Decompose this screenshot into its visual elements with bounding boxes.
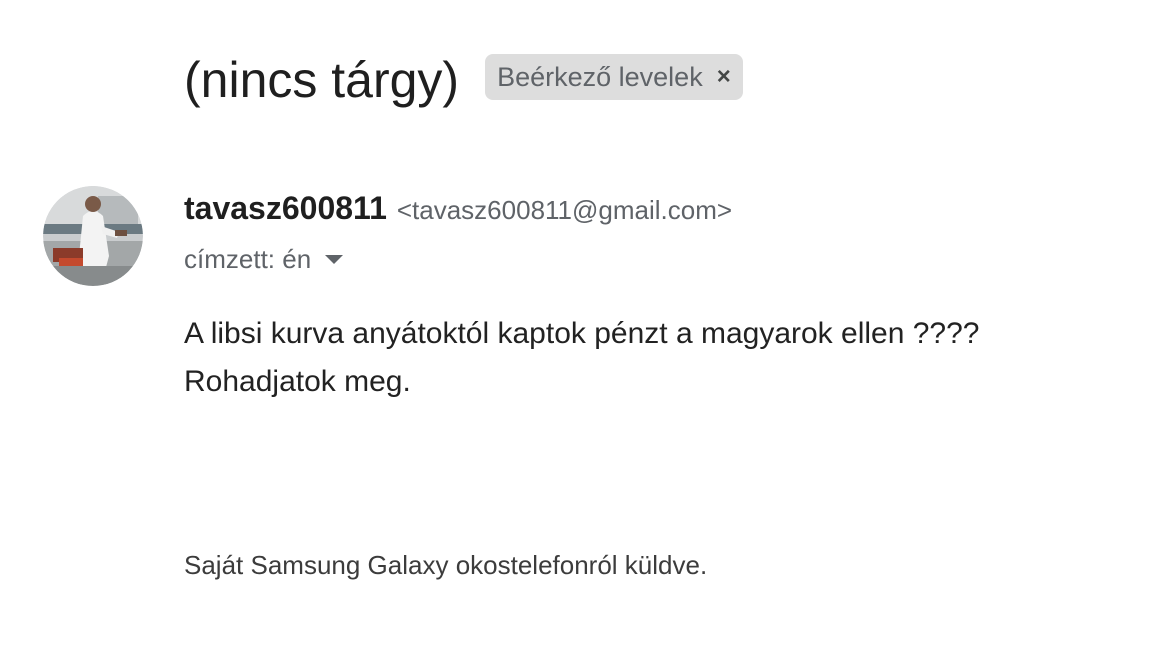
body-line: Rohadjatok meg. bbox=[184, 365, 411, 398]
subject-row: (nincs tárgy) Beérkező levelek × bbox=[184, 50, 743, 110]
sender-row: tavasz600811 <tavasz600811@gmail.com> bbox=[184, 190, 732, 227]
sender-name[interactable]: tavasz600811 bbox=[184, 190, 387, 227]
email-subject: (nincs tárgy) bbox=[184, 52, 460, 108]
body-line: A libsi kurva anyátoktól kaptok pénzt a … bbox=[184, 317, 980, 350]
recipient-details-toggle[interactable]: címzett: én bbox=[184, 244, 344, 275]
caret-down-icon[interactable] bbox=[325, 255, 344, 264]
sender-avatar[interactable] bbox=[43, 186, 143, 286]
inbox-label-text: Beérkező levelek bbox=[497, 61, 703, 92]
inbox-label-chip[interactable]: Beérkező levelek × bbox=[485, 54, 743, 100]
recipient-text: címzett: én bbox=[184, 244, 312, 274]
email-view: (nincs tárgy) Beérkező levelek × tavasz6… bbox=[0, 0, 1176, 654]
remove-label-icon[interactable]: × bbox=[717, 63, 731, 91]
email-signature: Saját Samsung Galaxy okostelefonról küld… bbox=[184, 550, 708, 580]
sender-email: <tavasz600811@gmail.com> bbox=[396, 195, 733, 225]
email-body: A libsi kurva anyátoktól kaptok pénzt a … bbox=[184, 310, 979, 406]
user-photo-avatar-icon bbox=[43, 186, 143, 286]
